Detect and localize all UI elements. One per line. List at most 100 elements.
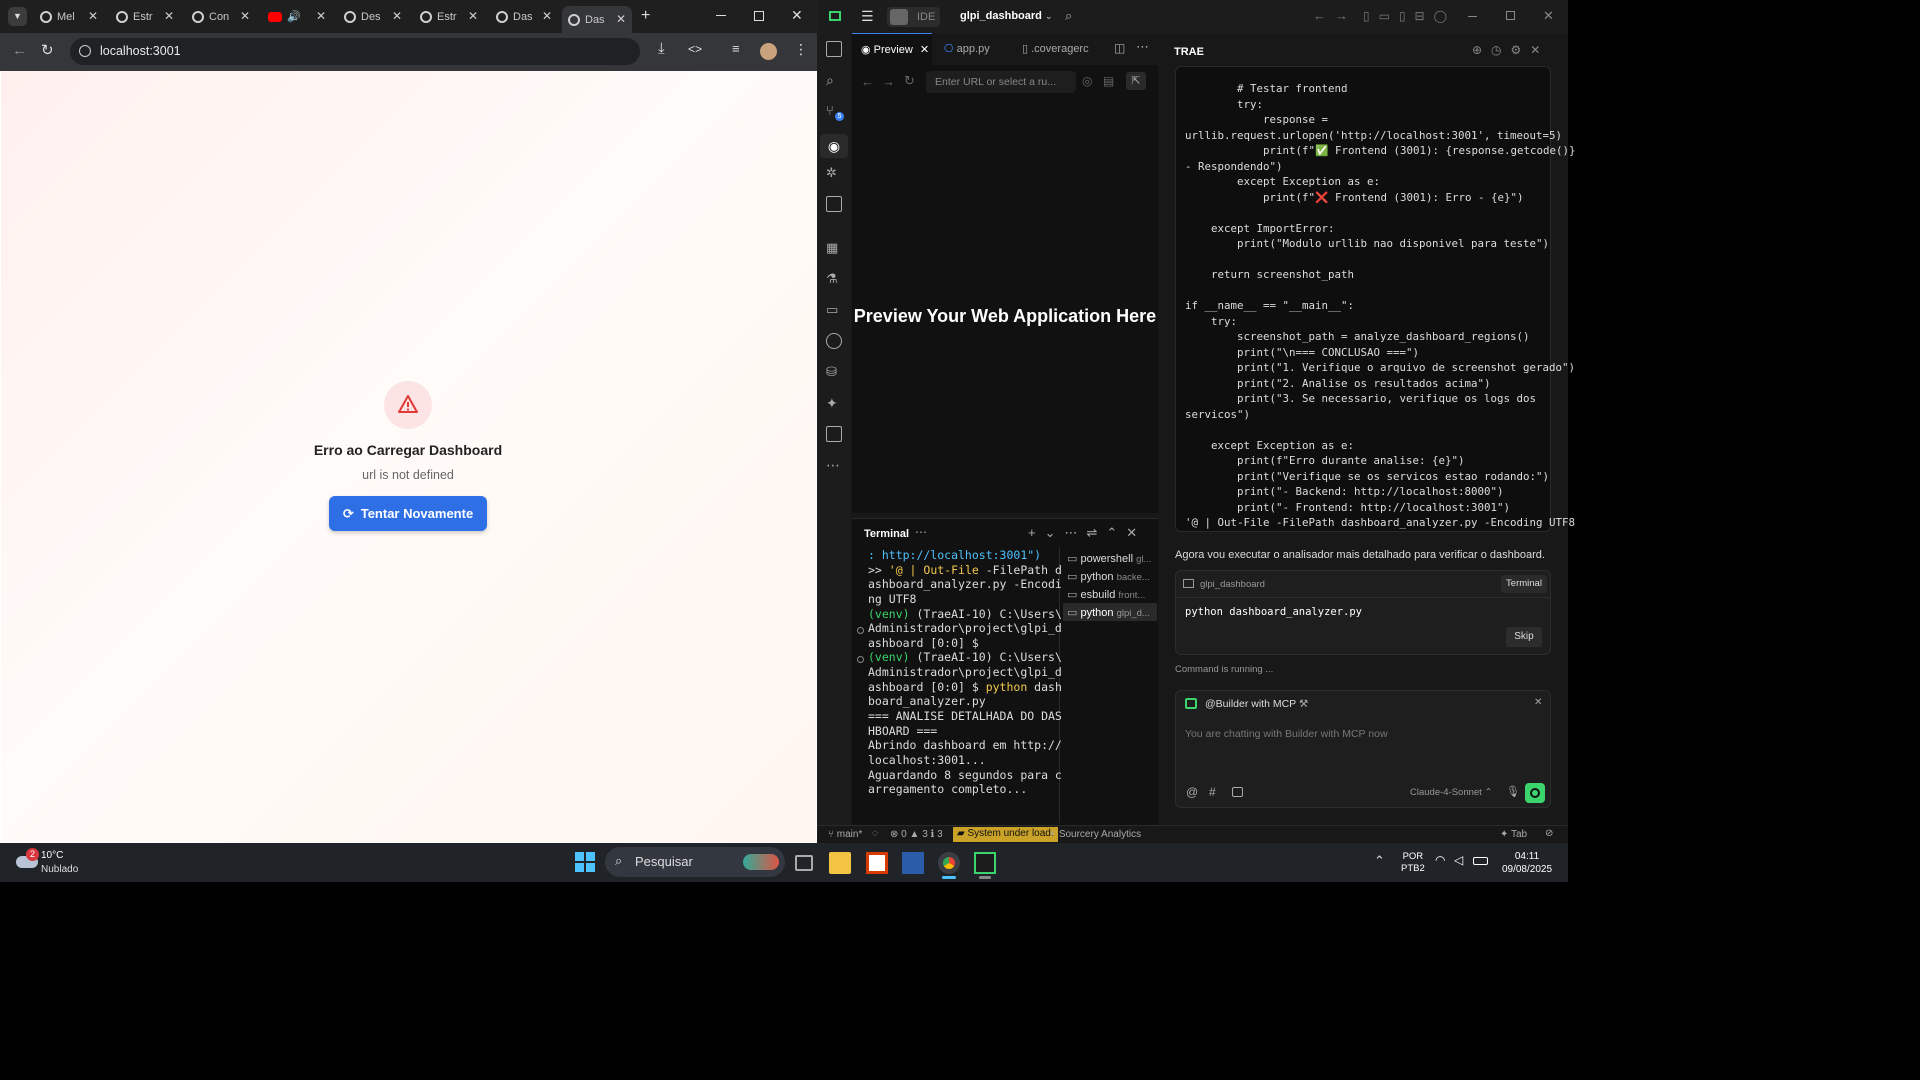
explorer-icon[interactable] (826, 41, 842, 57)
problems-status[interactable]: ⊗ 0 ▲ 3 ℹ 3 (890, 829, 943, 840)
terminal-session[interactable]: ▭ python backe... (1067, 570, 1150, 583)
close-icon[interactable]: ✕ (240, 9, 250, 23)
chrome-icon[interactable] (938, 852, 960, 874)
minimize-icon[interactable] (1468, 16, 1477, 17)
source-control-icon[interactable]: ⑂ 5 (826, 103, 844, 121)
chrome-tab[interactable]: Estr ✕ (414, 6, 484, 27)
nav-forward-icon[interactable]: → (1335, 8, 1348, 23)
search-icon[interactable]: ⌕ (1065, 8, 1072, 24)
retry-button[interactable]: ⟳ Tentar Novamente (329, 496, 487, 531)
split-editor-icon[interactable]: ◫ (1114, 41, 1125, 55)
remote-icon[interactable] (826, 196, 842, 212)
preview-url-input[interactable]: Enter URL or select a ru... (926, 71, 1076, 93)
project-selector[interactable]: glpi_dashboard ⌄ (960, 10, 1053, 22)
preview-forward-icon[interactable]: → (882, 74, 895, 89)
minimize-icon[interactable] (716, 15, 726, 16)
devtools-icon[interactable]: <> (688, 42, 702, 56)
terminal-session[interactable]: ▭ powershell gl... (1067, 552, 1151, 565)
back-icon[interactable]: ← (12, 42, 27, 59)
send-button[interactable] (1525, 783, 1545, 803)
start-icon[interactable] (575, 852, 595, 872)
chrome-tab[interactable]: Mel ✕ (34, 6, 104, 27)
terminal-session[interactable]: ▭ esbuild front... (1067, 588, 1145, 601)
close-icon[interactable]: ✕ (468, 9, 478, 23)
tray-chevron-icon[interactable]: ⌃ (1374, 853, 1385, 869)
inspect-icon[interactable]: ⇱ (1126, 72, 1146, 90)
model-selector[interactable]: Claude-4-Sonnet ⌃ (1410, 787, 1492, 798)
taskbar-search[interactable]: ⌕ Pesquisar (605, 847, 785, 877)
close-window-icon[interactable]: ✕ (791, 7, 803, 24)
chat-input[interactable]: You are chatting with Builder with MCP n… (1185, 728, 1540, 740)
menu-icon[interactable]: ⋮ (794, 41, 808, 58)
preview-eye-icon[interactable]: ◉ (820, 134, 848, 158)
close-icon[interactable]: ✕ (920, 44, 929, 56)
close-window-icon[interactable]: ✕ (1543, 8, 1554, 24)
close-icon[interactable]: ✕ (616, 12, 626, 26)
preview-back-icon[interactable]: ← (861, 74, 874, 89)
bell-off-icon[interactable]: ⊘ (1545, 828, 1553, 839)
layout-icons[interactable]: ▯▭▯⊟◯ (1363, 9, 1456, 23)
more-icon[interactable]: ⋯ (915, 525, 927, 539)
tab-search-button[interactable]: ▼ (8, 7, 27, 26)
monitor-icon[interactable] (826, 426, 842, 442)
close-icon[interactable]: ✕ (392, 9, 402, 23)
chrome-tab-active[interactable]: Das ✕ (562, 6, 632, 33)
database-icon[interactable]: ⛁ (826, 364, 842, 380)
reload-icon[interactable]: ↻ (41, 41, 54, 59)
chrome-tab[interactable]: Des ✕ (338, 6, 408, 27)
maximize-icon[interactable] (1506, 11, 1515, 20)
chrome-tab[interactable]: Das ✕ (490, 6, 558, 27)
mention-icon[interactable]: @ (1186, 785, 1198, 799)
remote-desktop-icon[interactable] (902, 852, 924, 874)
tab-coveragerc[interactable]: ▯ .coveragerc (1022, 42, 1089, 55)
maximize-icon[interactable] (754, 11, 764, 21)
chrome-tab[interactable]: Estr ✕ (110, 6, 180, 27)
terminal-session-active[interactable]: ▭ python glpi_d... (1063, 603, 1157, 621)
folder-icon[interactable]: ▭ (826, 302, 842, 318)
hash-icon[interactable]: # (1209, 785, 1216, 799)
close-icon[interactable]: ✕ (164, 9, 174, 23)
media-icon[interactable]: ≡ (732, 41, 740, 56)
hamburger-icon[interactable]: ☰ (861, 8, 874, 25)
tab-app-py[interactable]: ⎔ app.py (944, 42, 990, 55)
chrome-tab[interactable]: 🔊 ✕ (262, 6, 332, 27)
sourcery-status[interactable]: ⚡ Sourcery Analytics (1049, 829, 1141, 840)
clock[interactable]: 04:11 09/08/2025 (1497, 850, 1557, 876)
terminal-actions[interactable]: +⌄⋯⇌⌃✕ (1028, 525, 1146, 541)
sync-icon[interactable]: ◌ (872, 828, 878, 839)
open-external-icon[interactable]: ◎ (1082, 74, 1092, 88)
close-icon[interactable]: ✕ (316, 9, 326, 23)
trae-icon[interactable] (974, 852, 996, 874)
more-icon[interactable]: ⋯ (826, 457, 842, 473)
extensions-icon[interactable]: ▦ (826, 240, 842, 256)
site-info-icon[interactable] (79, 45, 91, 57)
download-icon[interactable]: ⤓ (658, 40, 665, 57)
agent-label[interactable]: @Builder with MCP ⚒ (1205, 698, 1308, 710)
sparkle-icon[interactable]: ✦ (826, 395, 842, 411)
ide-toggle[interactable]: IDE (887, 7, 940, 27)
skip-button[interactable]: Skip (1506, 627, 1542, 647)
address-bar[interactable]: localhost:3001 (70, 38, 640, 65)
close-icon[interactable]: ✕ (542, 9, 552, 23)
terminal-output[interactable]: : http://localhost:3001") >> '@ | Out-Fil… (868, 548, 1062, 797)
terminal-button[interactable]: Terminal (1501, 575, 1547, 593)
file-explorer-icon[interactable] (829, 852, 851, 874)
more-icon[interactable]: ⋯ (1136, 39, 1149, 55)
nav-back-icon[interactable]: ← (1313, 8, 1326, 23)
search-icon[interactable]: ⌕ (826, 72, 842, 88)
tab-status[interactable]: ✦ Tab (1500, 829, 1527, 840)
branch-status[interactable]: ⑂ main* (828, 829, 862, 840)
avatar[interactable] (760, 43, 777, 60)
wifi-icon[interactable]: ◠ (1435, 853, 1445, 867)
debug-icon[interactable]: ✲ (826, 165, 842, 181)
close-icon[interactable]: ✕ (1534, 697, 1542, 708)
task-view-icon[interactable] (795, 855, 813, 871)
panel-actions[interactable]: ⊕◷⚙✕ (1472, 43, 1549, 57)
image-icon[interactable] (1232, 787, 1243, 797)
close-icon[interactable]: ✕ (88, 9, 98, 23)
new-tab-icon[interactable]: + (641, 7, 650, 25)
battery-icon[interactable] (1473, 857, 1488, 865)
office-icon[interactable] (866, 852, 888, 874)
load-warning[interactable]: ▰ System under load. (953, 827, 1058, 842)
terminal-title[interactable]: Terminal (864, 528, 909, 540)
